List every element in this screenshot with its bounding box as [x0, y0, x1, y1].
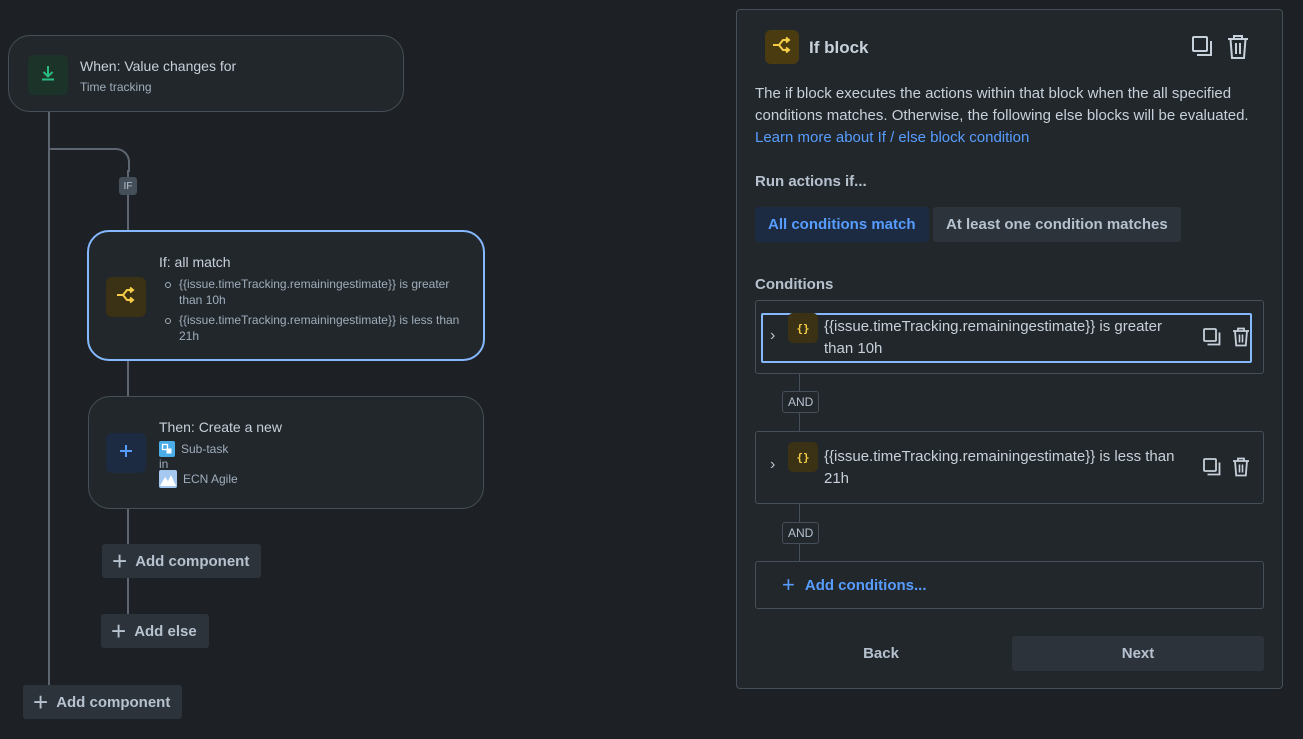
- back-button[interactable]: Back: [755, 636, 1007, 671]
- project-avatar-icon: [159, 470, 177, 488]
- duplicate-icon[interactable]: [1202, 457, 1222, 477]
- add-component-button[interactable]: + Add component: [23, 685, 183, 719]
- chevron-right-icon[interactable]: ›: [770, 456, 775, 474]
- condition-actions: [1202, 457, 1250, 477]
- if-condition-list: {{issue.timeTracking.remainingestimate}}…: [159, 276, 469, 348]
- duplicate-icon[interactable]: [1190, 34, 1214, 60]
- trash-icon[interactable]: [1226, 34, 1250, 60]
- download-arrow-icon: [39, 64, 57, 87]
- condition-text: {{issue.timeTracking.remainingestimate}}…: [824, 318, 1162, 357]
- trash-icon[interactable]: [1232, 327, 1250, 347]
- branch-icon: [116, 286, 136, 309]
- branch-icon: [772, 36, 792, 59]
- run-actions-label: Run actions if...: [755, 173, 867, 190]
- if-card-title: If: all match: [159, 254, 231, 270]
- all-conditions-match-option[interactable]: All conditions match: [755, 207, 929, 242]
- panel-actions: [1190, 34, 1250, 60]
- condition-text: {{issue.timeTracking.remainingestimate}}…: [824, 448, 1175, 487]
- then-action-card[interactable]: Then: Create a new Sub-task in ECN Agile: [88, 396, 484, 509]
- trigger-subtitle: Time tracking: [80, 80, 152, 94]
- subtask-icon: [159, 441, 175, 457]
- conditions-heading: Conditions: [755, 276, 834, 293]
- plus-icon: [118, 443, 134, 464]
- condition-row[interactable]: › {} {{issue.timeTracking.remainingestim…: [755, 300, 1264, 374]
- plus-icon: +: [33, 687, 49, 717]
- trigger-icon-box: [28, 55, 68, 95]
- if-block-panel: If block The if block executes the actio…: [736, 9, 1283, 689]
- connector-line: [127, 360, 129, 398]
- trigger-title: When: Value changes for: [80, 58, 237, 74]
- list-item: {{issue.timeTracking.remainingestimate}}…: [159, 312, 469, 344]
- any-condition-matches-option[interactable]: At least one condition matches: [933, 207, 1181, 242]
- issue-type-label: Sub-task: [181, 442, 229, 456]
- connector-line: [48, 148, 114, 150]
- branch-icon-box: [106, 277, 146, 317]
- panel-title: If block: [809, 38, 869, 57]
- in-label: in: [159, 457, 169, 471]
- add-component-label: Add component: [56, 693, 171, 711]
- add-icon-box: [106, 433, 146, 473]
- then-card-title: Then: Create a new: [159, 419, 282, 435]
- and-label: AND: [782, 391, 820, 413]
- add-else-label: Add else: [134, 622, 197, 640]
- and-label: AND: [782, 522, 820, 544]
- learn-more-link[interactable]: Learn more about If / else block conditi…: [755, 129, 1029, 146]
- plus-icon: +: [782, 572, 795, 597]
- panel-description: The if block executes the actions within…: [755, 83, 1255, 149]
- smart-value-icon: {}: [788, 313, 818, 343]
- duplicate-icon[interactable]: [1202, 327, 1222, 347]
- if-condition-card[interactable]: If: all match {{issue.timeTracking.remai…: [87, 230, 485, 361]
- list-item: {{issue.timeTracking.remainingestimate}}…: [159, 276, 469, 308]
- condition-row[interactable]: › {} {{issue.timeTracking.remainingestim…: [755, 431, 1264, 504]
- plus-icon: +: [111, 616, 127, 646]
- branch-icon-box: [765, 30, 799, 64]
- smart-value-icon: {}: [788, 442, 818, 472]
- if-branch-tag: IF: [119, 177, 137, 195]
- trigger-card[interactable]: When: Value changes for Time tracking: [8, 35, 404, 112]
- add-component-button[interactable]: + Add component: [102, 544, 262, 578]
- connector-line: [48, 112, 50, 686]
- plus-icon: +: [112, 546, 128, 576]
- add-component-label: Add component: [135, 552, 250, 570]
- next-button[interactable]: Next: [1012, 636, 1264, 671]
- project-name: ECN Agile: [183, 472, 238, 486]
- add-conditions-button[interactable]: + Add conditions...: [755, 561, 1264, 609]
- description-text: The if block executes the actions within…: [755, 85, 1249, 124]
- chevron-right-icon[interactable]: ›: [770, 327, 775, 345]
- trash-icon[interactable]: [1232, 457, 1250, 477]
- add-conditions-label: Add conditions...: [804, 576, 927, 594]
- condition-actions: [1202, 327, 1250, 347]
- connector-curve: [106, 148, 130, 172]
- add-else-button[interactable]: + Add else: [101, 614, 209, 648]
